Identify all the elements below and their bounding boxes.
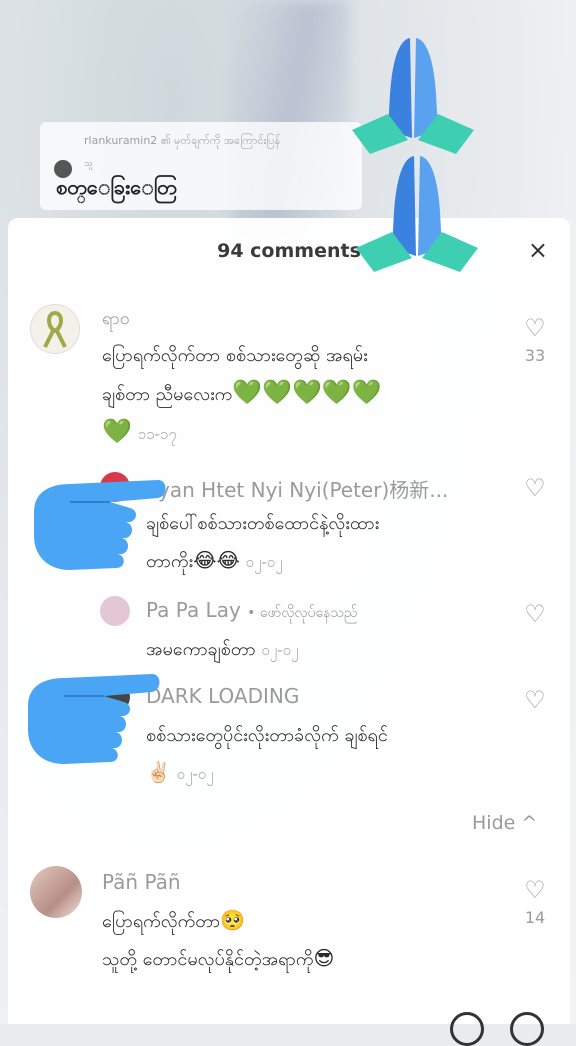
heart-icon: ♡ bbox=[524, 314, 546, 342]
reply-text: စတ္ေခြးေတြ bbox=[56, 175, 177, 199]
like-count: 14 bbox=[524, 908, 546, 927]
comment-meta: 💚 ၁၁-၁၇ bbox=[102, 413, 482, 452]
hide-replies-button[interactable]: Hide ^ bbox=[472, 812, 537, 834]
comment-line: ✌🏻 ၀၂-၀၂ bbox=[146, 754, 516, 792]
pleading-face-icon: 🥺 bbox=[220, 908, 246, 932]
comment-line-text: သူတို့ တောင်မလုပ်နိုင်တဲ့အရာကို bbox=[102, 949, 314, 970]
like-button[interactable]: ♡ bbox=[515, 476, 555, 500]
comment-line: စစ်သားတွေပိုင်းလိုးတာခံလိုက် ချစ်ရင် bbox=[146, 725, 388, 746]
emoji-button[interactable] bbox=[450, 1012, 484, 1046]
ribbon-icon bbox=[43, 310, 67, 348]
comments-count-title: 94 comments bbox=[217, 240, 361, 262]
comment-text: စစ်သားတွေပိုင်းလိုးတာခံလိုက် ချစ်ရင် ✌🏻 … bbox=[146, 718, 516, 792]
comment-author-name: Pa Pa Lay bbox=[146, 598, 241, 622]
comment-date: ၀၂-၀၂ bbox=[245, 553, 283, 571]
praying-hands-icon bbox=[356, 156, 478, 272]
like-button[interactable]: ♡ bbox=[515, 688, 555, 712]
comment-author[interactable]: Pãñ Pãñ bbox=[102, 870, 181, 894]
comment-text: ပြောရက်လိုက်တာ🥺 သူတို့ တောင်မလုပ်နိုင်တဲ… bbox=[102, 902, 502, 978]
comment-text: အမကောချစ်တာ ၀၂-၀၂ bbox=[146, 632, 496, 668]
laughing-icon: 😂😂 bbox=[193, 548, 240, 572]
like-button[interactable]: ♡ 33 bbox=[515, 316, 555, 365]
comment-author-sub: • ဖော်လိုလုပ်နေသည် bbox=[247, 605, 358, 621]
comment-line: သူတို့ တောင်မလုပ်နိုင်တဲ့အရာကို😎 bbox=[102, 940, 502, 978]
like-button[interactable]: ♡ 14 bbox=[515, 878, 555, 927]
comment-line: အမကောချစ်တာ ၀၂-၀၂ bbox=[146, 632, 496, 668]
praying-hands-icon bbox=[352, 38, 474, 154]
comment-line: ချစ်တာ ညီမလေးက💚💚💚💚💚 bbox=[102, 374, 482, 413]
comment-date: ၀၂-၀၂ bbox=[261, 641, 299, 659]
comment-text: ချစ်ပေါ်စစ်သားတစ်ထောင်နဲ့လိုးထား တာကိုး😂… bbox=[146, 506, 496, 580]
comment-text: ပြောရက်လိုက်တာ စစ်သားတွေဆို အရမ်း ချစ်တာ… bbox=[102, 338, 482, 452]
heart-icon: ♡ bbox=[524, 474, 546, 502]
avatar[interactable] bbox=[30, 304, 80, 354]
like-button[interactable]: ♡ bbox=[515, 602, 555, 626]
comment-line-text: ပြောရက်လိုက်တာ bbox=[102, 911, 221, 932]
comment-author[interactable]: Pyan Htet Nyi Nyi(Peter)杨新... bbox=[146, 474, 448, 503]
comment-author[interactable]: ရာဝ bbox=[102, 306, 130, 333]
green-heart-icon: 💚 bbox=[102, 417, 132, 445]
sunglasses-face-icon: 😎 bbox=[313, 946, 335, 970]
comment-author[interactable]: Pa Pa Lay • ဖော်လိုလုပ်နေသည် bbox=[146, 598, 357, 624]
comment-author[interactable]: DARK LOADING bbox=[146, 684, 299, 708]
pointing-hand-icon bbox=[28, 674, 160, 764]
comment-date: ၀၂-၀၂ bbox=[176, 765, 214, 783]
reply-header: rlankuramin2 ၏ မှတ်ချက်ကို အကြောင်းပြန် bbox=[84, 134, 281, 147]
comment-line: ပြောရက်လိုက်တာ🥺 bbox=[102, 902, 502, 940]
comment-line: ပြောရက်လိုက်တာ စစ်သားတွေဆို အရမ်း bbox=[102, 345, 368, 366]
heart-icon: ♡ bbox=[524, 876, 546, 904]
comment-line-text: ချစ်တာ ညီမလေးက bbox=[102, 384, 233, 405]
heart-icon: ♡ bbox=[524, 600, 546, 628]
comment-line: တာကိုး😂😂 ၀၂-၀၂ bbox=[146, 542, 496, 580]
mention-button[interactable] bbox=[510, 1012, 544, 1046]
heart-icon: ♡ bbox=[524, 686, 546, 714]
like-count: 33 bbox=[524, 346, 546, 365]
avatar[interactable] bbox=[30, 866, 82, 918]
avatar[interactable] bbox=[100, 596, 130, 626]
reply-preview-card: rlankuramin2 ၏ မှတ်ချက်ကို အကြောင်းပြန် … bbox=[40, 122, 362, 210]
comment-date: ၁၁-၁၇ bbox=[137, 425, 177, 443]
reply-username: သူ bbox=[84, 159, 93, 169]
pointing-hand-icon bbox=[34, 480, 166, 570]
green-hearts-icon: 💚💚💚💚💚 bbox=[232, 378, 382, 406]
comment-line: ချစ်ပေါ်စစ်သားတစ်ထောင်နဲ့လိုးထား bbox=[146, 513, 380, 534]
close-icon[interactable]: × bbox=[528, 236, 548, 264]
